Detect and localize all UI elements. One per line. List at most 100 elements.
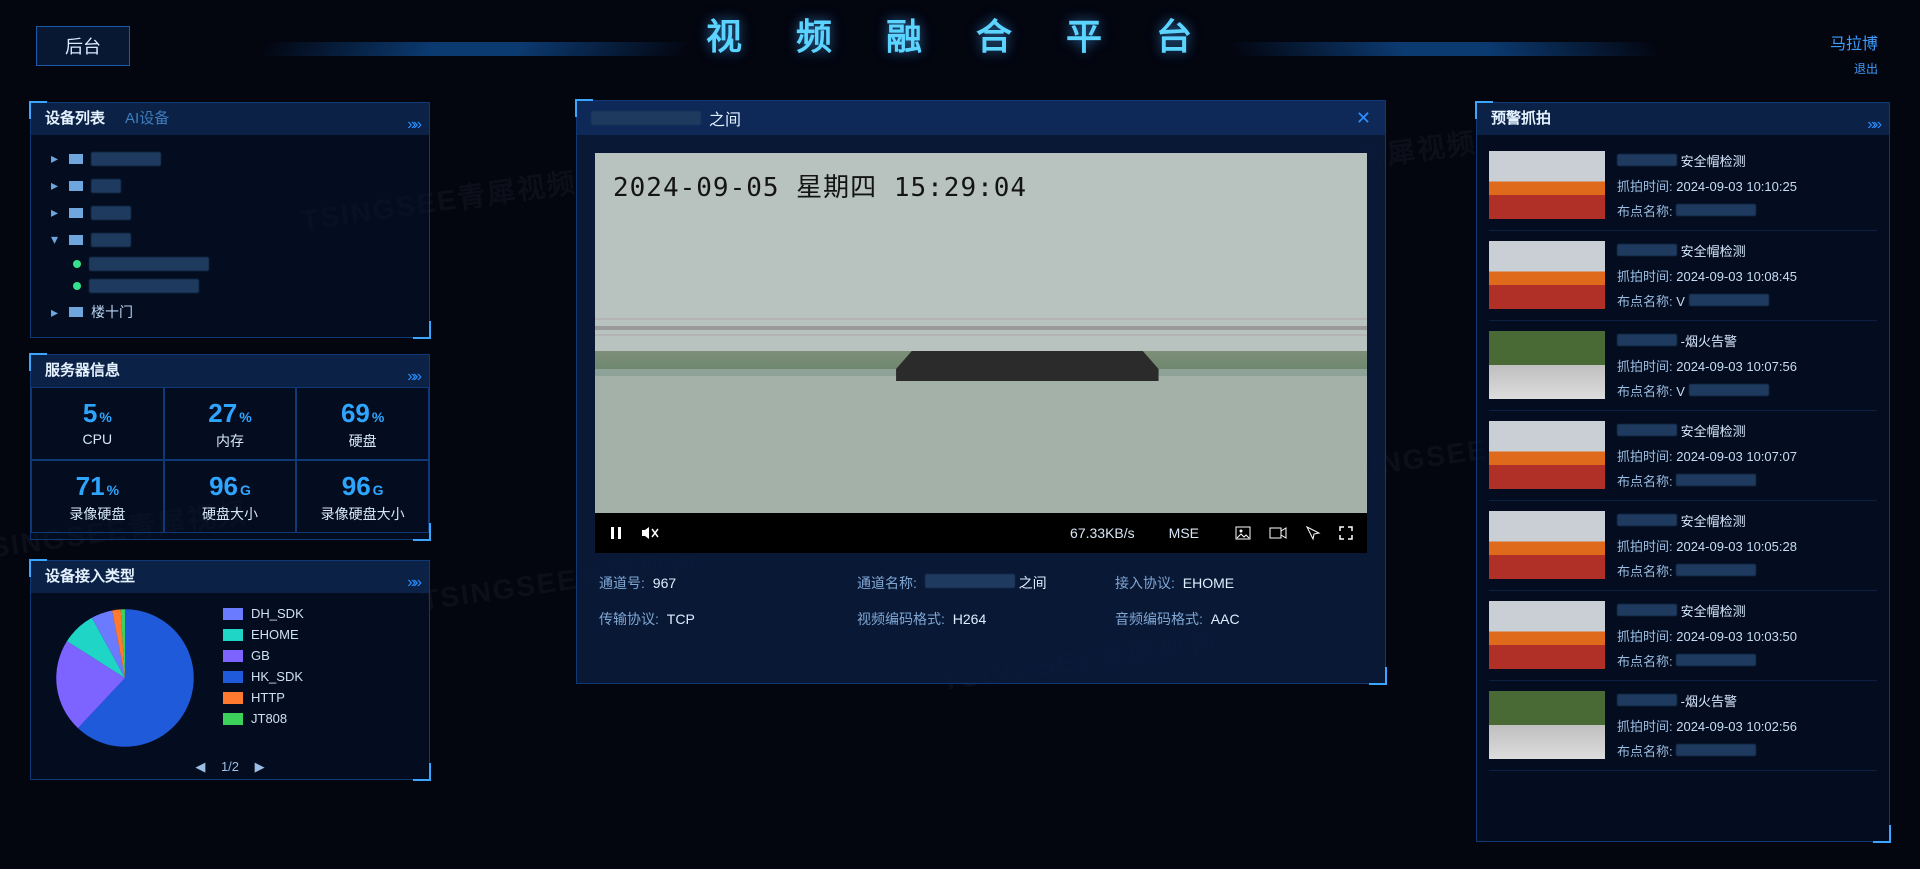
stat-label: 录像硬盘大小	[297, 504, 428, 524]
pager-next-button[interactable]: ▶	[249, 759, 271, 774]
alert-type: 安全帽检测	[1617, 151, 1797, 170]
video-panel: 之间 ✕ 2024-09-05 星期四 15:29:04 67.33KB/s M…	[576, 100, 1386, 684]
tree-node[interactable]: ▸	[45, 145, 415, 172]
legend-item[interactable]: HK_SDK	[223, 666, 304, 687]
device-tree[interactable]: ▸ ▸ ▸ ▾ ▸楼十门	[45, 145, 415, 327]
online-dot-icon	[73, 260, 81, 268]
legend-item[interactable]: HTTP	[223, 687, 304, 708]
caret-icon[interactable]: ▸	[51, 150, 61, 167]
meta-value: 967	[653, 575, 676, 591]
alerts-panel: 预警抓拍 »» 安全帽检测抓拍时间: 2024-09-03 10:10:25布点…	[1476, 102, 1890, 842]
video-title: 之间	[591, 106, 741, 130]
legend-item[interactable]: DH_SDK	[223, 603, 304, 624]
alert-thumbnail[interactable]	[1489, 691, 1605, 759]
alert-thumbnail[interactable]	[1489, 151, 1605, 219]
video-player[interactable]: 2024-09-05 星期四 15:29:04 67.33KB/s MSE	[595, 153, 1367, 553]
legend-item[interactable]: GB	[223, 645, 304, 666]
alert-site-hidden	[1676, 474, 1756, 486]
alert-item[interactable]: 安全帽检测抓拍时间: 2024-09-03 10:03:50布点名称:	[1489, 591, 1877, 681]
server-stat-cell: 69%硬盘	[296, 387, 429, 460]
alert-item[interactable]: 安全帽检测抓拍时间: 2024-09-03 10:08:45布点名称: V	[1489, 231, 1877, 321]
alert-thumbnail[interactable]	[1489, 421, 1605, 489]
alert-item[interactable]: -烟火告警抓拍时间: 2024-09-03 10:07:56布点名称: V	[1489, 321, 1877, 411]
tree-child[interactable]	[73, 253, 415, 275]
alert-site-hidden	[1689, 384, 1769, 396]
scene-bridge	[595, 326, 1367, 330]
alert-thumbnail[interactable]	[1489, 601, 1605, 669]
alert-meta: 安全帽检测抓拍时间: 2024-09-03 10:03:50布点名称:	[1617, 601, 1797, 670]
tree-label-hidden	[89, 257, 209, 271]
alert-type-hidden	[1617, 424, 1677, 436]
tree-child[interactable]	[73, 275, 415, 297]
video-meta-grid: 通道号: 967 通道名称: 之间 接入协议: EHOME 传输协议: TCP …	[577, 553, 1385, 649]
alert-item[interactable]: 安全帽检测抓拍时间: 2024-09-03 10:07:07布点名称:	[1489, 411, 1877, 501]
scene-barge	[896, 351, 1158, 381]
video-close-button[interactable]: ✕	[1356, 108, 1371, 129]
alert-thumbnail[interactable]	[1489, 511, 1605, 579]
logout-link[interactable]: 退出	[1854, 60, 1878, 77]
alert-site: 布点名称:	[1617, 651, 1797, 670]
channel-name-suffix: 之间	[1019, 575, 1047, 591]
alert-site: 布点名称:	[1617, 471, 1797, 490]
stat-label: 硬盘大小	[165, 504, 296, 524]
scene-water	[595, 376, 1367, 513]
alert-type-hidden	[1617, 604, 1677, 616]
back-button[interactable]: 后台	[36, 26, 130, 66]
mute-icon[interactable]	[641, 526, 659, 540]
alert-site-hidden	[1676, 744, 1756, 756]
legend-item[interactable]: EHOME	[223, 624, 304, 645]
types-panel: 设备接入类型 »» DH_SDKEHOMEGBHK_SDKHTTPJT808 ◀…	[30, 560, 430, 780]
alert-type: 安全帽检测	[1617, 421, 1797, 440]
meta-channel-id: 通道号: 967	[599, 573, 847, 593]
video-frame: 2024-09-05 星期四 15:29:04	[595, 153, 1367, 513]
legend-item[interactable]: JT808	[223, 708, 304, 729]
record-icon[interactable]	[1269, 526, 1287, 540]
caret-icon[interactable]: ▸	[51, 204, 61, 221]
legend-label: GB	[251, 648, 270, 663]
user-name-link[interactable]: 马拉博	[1830, 30, 1878, 54]
meta-channel-name: 通道名称: 之间	[857, 573, 1105, 593]
alert-time: 抓拍时间: 2024-09-03 10:03:50	[1617, 626, 1797, 645]
legend-label: HK_SDK	[251, 669, 303, 684]
fullscreen-icon[interactable]	[1339, 526, 1353, 540]
stat-value: 96G	[297, 471, 428, 502]
alert-thumbnail[interactable]	[1489, 241, 1605, 309]
caret-icon[interactable]: ▸	[51, 304, 61, 321]
alert-item[interactable]: -烟火告警抓拍时间: 2024-09-03 10:02:56布点名称:	[1489, 681, 1877, 771]
alert-item[interactable]: 安全帽检测抓拍时间: 2024-09-03 10:05:28布点名称:	[1489, 501, 1877, 591]
devices-tree-body: ▸ ▸ ▸ ▾ ▸楼十门	[31, 135, 429, 337]
tree-node[interactable]: ▾	[45, 226, 415, 253]
tab-ai-devices[interactable]: AI设备	[125, 103, 169, 135]
tab-device-list[interactable]: 设备列表	[45, 103, 105, 135]
tree-label-hidden	[89, 279, 199, 293]
server-panel: 服务器信息 »» 5%CPU27%内存69%硬盘71%录像硬盘96G硬盘大小96…	[30, 354, 430, 540]
pager-prev-button[interactable]: ◀	[189, 759, 211, 774]
channel-name-hidden	[925, 574, 1015, 588]
meta-value: TCP	[667, 611, 695, 627]
device-icon	[69, 235, 83, 245]
caret-icon[interactable]: ▸	[51, 177, 61, 194]
alert-time: 抓拍时间: 2024-09-03 10:08:45	[1617, 266, 1797, 285]
legend-label: EHOME	[251, 627, 299, 642]
ptz-icon[interactable]	[1305, 525, 1321, 541]
alert-type-hidden	[1617, 244, 1677, 256]
pause-icon[interactable]	[609, 526, 623, 540]
tree-node[interactable]: ▸楼十门	[45, 297, 415, 327]
top-bar: 视 频 融 合 平 台 后台 马拉博 退出	[0, 0, 1920, 66]
meta-value: 之间	[925, 575, 1047, 591]
caret-icon[interactable]: ▾	[51, 231, 61, 248]
alert-time: 抓拍时间: 2024-09-03 10:07:56	[1617, 356, 1797, 375]
decoder-text: MSE	[1169, 525, 1199, 541]
alert-thumbnail[interactable]	[1489, 331, 1605, 399]
legend-swatch	[223, 650, 243, 662]
alert-time: 抓拍时间: 2024-09-03 10:10:25	[1617, 176, 1797, 195]
server-stat-cell: 5%CPU	[31, 387, 164, 460]
snapshot-icon[interactable]	[1235, 526, 1251, 540]
tree-node[interactable]: ▸	[45, 199, 415, 226]
tree-node[interactable]: ▸	[45, 172, 415, 199]
alert-meta: -烟火告警抓拍时间: 2024-09-03 10:07:56布点名称: V	[1617, 331, 1797, 400]
legend-label: HTTP	[251, 690, 285, 705]
alert-list[interactable]: 安全帽检测抓拍时间: 2024-09-03 10:10:25布点名称: 安全帽检…	[1477, 135, 1889, 841]
meta-value: EHOME	[1183, 575, 1234, 591]
alert-item[interactable]: 安全帽检测抓拍时间: 2024-09-03 10:10:25布点名称:	[1489, 141, 1877, 231]
